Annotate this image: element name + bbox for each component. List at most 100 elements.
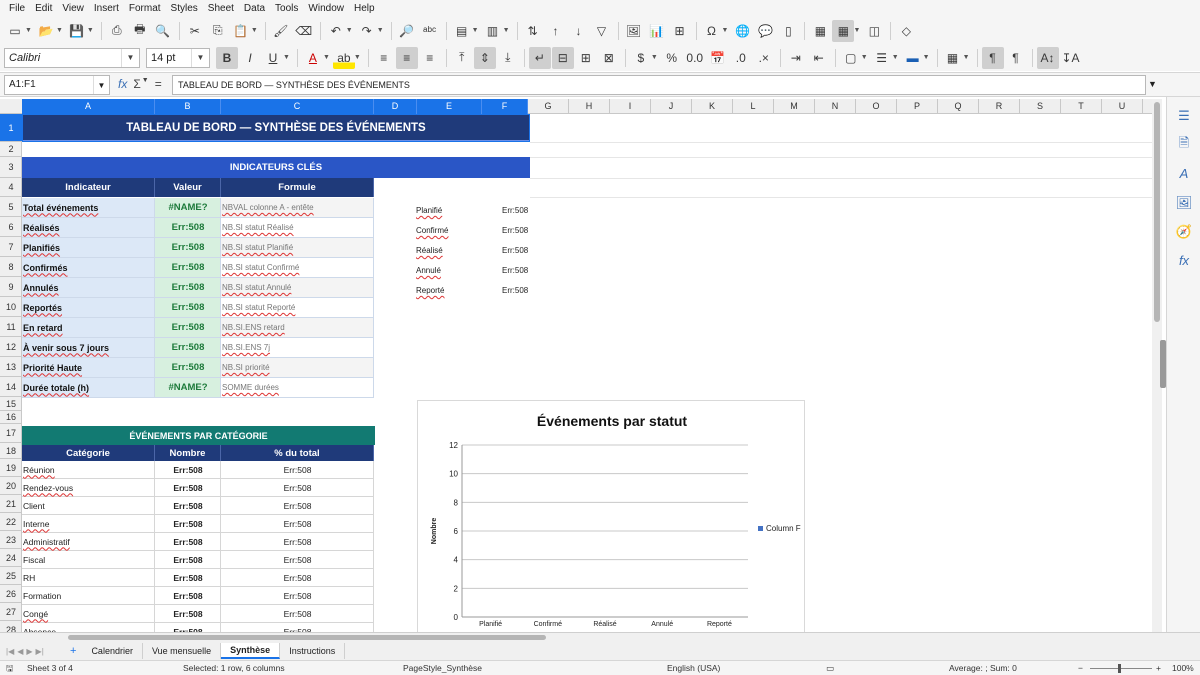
category-name-cell[interactable]: Client — [22, 497, 155, 515]
hyperlink-icon[interactable]: 🌐 — [731, 20, 753, 42]
undo-dropdown-icon[interactable]: ▼ — [346, 27, 353, 34]
category-name-cell[interactable]: RH — [22, 569, 155, 587]
row-header-19[interactable]: 19 — [0, 459, 22, 477]
column-header-r[interactable]: R — [979, 99, 1020, 114]
category-name-cell[interactable]: Rendez-vous — [22, 479, 155, 497]
kpi-label-cell[interactable]: Confirmés — [22, 258, 155, 278]
kpi-value-cell[interactable]: Err:508 — [155, 298, 221, 318]
percent-format-icon[interactable]: % — [661, 47, 683, 69]
page-style[interactable]: PageStyle_Synthèse — [403, 663, 482, 673]
kpi-label-cell[interactable]: Reportés — [22, 298, 155, 318]
kpi-formula-cell[interactable]: NB.SI priorité — [221, 358, 374, 378]
kpi-value-cell[interactable]: #NAME? — [155, 198, 221, 218]
styles-icon[interactable]: A — [1167, 159, 1200, 188]
gallery-icon[interactable]: 🖼 — [1167, 188, 1200, 217]
increase-indent-icon[interactable]: ⇥ — [785, 47, 807, 69]
row-header-15[interactable]: 15 — [0, 397, 22, 411]
kpi-label-cell[interactable]: Durée totale (h) — [22, 378, 155, 398]
sort-icon[interactable]: ⇅ — [522, 20, 544, 42]
category-count-cell[interactable]: Err:508 — [155, 623, 221, 632]
category-count-cell[interactable]: Err:508 — [155, 533, 221, 551]
row-header-27[interactable]: 27 — [0, 603, 22, 621]
category-name-cell[interactable]: Formation — [22, 587, 155, 605]
menu-file[interactable]: File — [4, 3, 30, 14]
open-folder-icon[interactable]: 📂 — [35, 20, 57, 42]
column-header-b[interactable]: B — [155, 99, 221, 114]
clear-formatting-icon[interactable]: ⌫ — [293, 20, 315, 42]
category-count-cell[interactable]: Err:508 — [155, 497, 221, 515]
row-icon[interactable]: ▤ — [451, 20, 473, 42]
kpi-value-cell[interactable]: Err:508 — [155, 278, 221, 298]
italic-icon[interactable]: I — [239, 47, 261, 69]
border-style-dropdown-icon[interactable]: ▼ — [892, 54, 899, 61]
chevron-down-icon[interactable]: ▼ — [121, 48, 139, 67]
kpi-section-header[interactable]: INDICATEURS CLÉS — [22, 157, 530, 178]
sort-descending-icon[interactable]: ↓ — [568, 20, 590, 42]
insert-chart-icon[interactable]: 📊 — [646, 20, 668, 42]
prev-sheet-icon[interactable]: ◀ — [17, 647, 23, 656]
decrease-indent-icon[interactable]: ⇤ — [808, 47, 830, 69]
column-header-e[interactable]: E — [417, 99, 482, 114]
row-header-28[interactable]: 28 — [0, 621, 22, 633]
function-wizard-icon[interactable]: fx — [118, 77, 127, 91]
new-dropdown-icon[interactable]: ▼ — [25, 27, 32, 34]
row-header-24[interactable]: 24 — [0, 549, 22, 567]
kpi-value-cell[interactable]: #NAME? — [155, 378, 221, 398]
menu-format[interactable]: Format — [124, 3, 166, 14]
kpi-label-cell[interactable]: Annulés — [22, 278, 155, 298]
document-modified-icon[interactable]: 🖫 — [6, 663, 13, 675]
ltr-icon[interactable]: ¶ — [981, 46, 1004, 69]
first-sheet-icon[interactable]: |◀ — [6, 647, 14, 656]
align-center-icon[interactable]: ≡ — [395, 46, 418, 69]
special-character-icon[interactable]: Ω — [701, 20, 723, 42]
row-header-9[interactable]: 9 — [0, 277, 22, 297]
language-status[interactable]: English (USA) — [667, 663, 720, 673]
clone-formatting-icon[interactable]: 🖌 — [270, 20, 292, 42]
zoom-slider[interactable] — [1090, 668, 1152, 669]
borders-dropdown-icon[interactable]: ▼ — [861, 54, 868, 61]
row-header-16[interactable]: 16 — [0, 411, 22, 424]
merge-center-icon[interactable]: ⊟ — [551, 46, 574, 69]
sheet-tab-calendrier[interactable]: Calendrier — [82, 643, 143, 659]
number-format-icon[interactable]: 0.0 — [684, 47, 706, 69]
paste-dropdown-icon[interactable]: ▼ — [251, 27, 258, 34]
zoom-level[interactable]: 100% — [1172, 663, 1194, 673]
category-section-header[interactable]: ÉVÉNEMENTS PAR CATÉGORIE — [22, 426, 375, 445]
row-header-8[interactable]: 8 — [0, 257, 22, 277]
kpi-column-header[interactable]: Indicateur — [22, 178, 155, 197]
text-horizontal-icon[interactable]: A↕ — [1036, 46, 1059, 69]
autofilter-icon[interactable]: ▽ — [591, 20, 613, 42]
functions-icon[interactable]: fx — [1167, 246, 1200, 275]
headers-footers-icon[interactable]: ▯ — [777, 20, 799, 42]
kpi-value-cell[interactable]: Err:508 — [155, 338, 221, 358]
category-count-cell[interactable]: Err:508 — [155, 515, 221, 533]
save-dropdown-icon[interactable]: ▼ — [87, 27, 94, 34]
column-dropdown-icon[interactable]: ▼ — [503, 27, 510, 34]
row-header-2[interactable]: 2 — [0, 142, 22, 157]
column-header-p[interactable]: P — [897, 99, 938, 114]
kpi-column-header[interactable]: Valeur — [155, 178, 221, 197]
status-count-cell[interactable]: Err:508 — [502, 246, 528, 255]
column-header-u[interactable]: U — [1102, 99, 1143, 114]
text-vertical-icon[interactable]: ↧A — [1060, 47, 1082, 69]
status-label-cell[interactable]: Confirmé — [416, 226, 448, 235]
merge-cells-icon[interactable]: ⊞ — [575, 47, 597, 69]
row-header-6[interactable]: 6 — [0, 217, 22, 237]
column-header-c[interactable]: C — [221, 99, 374, 114]
category-column-header[interactable]: Nombre — [155, 445, 221, 461]
row-header-25[interactable]: 25 — [0, 567, 22, 585]
column-header-l[interactable]: L — [733, 99, 774, 114]
spelling-icon[interactable]: ᵃᵇᶜ — [419, 20, 441, 42]
kpi-value-cell[interactable]: Err:508 — [155, 258, 221, 278]
underline-icon[interactable]: U — [262, 47, 284, 69]
category-name-cell[interactable]: Réunion — [22, 461, 155, 479]
next-sheet-icon[interactable]: ▶ — [26, 647, 32, 656]
menu-data[interactable]: Data — [239, 3, 270, 14]
row-header-11[interactable]: 11 — [0, 317, 22, 337]
redo-dropdown-icon[interactable]: ▼ — [377, 27, 384, 34]
align-right-icon[interactable]: ≡ — [419, 47, 441, 69]
sum-icon[interactable]: Σ — [133, 77, 140, 91]
kpi-formula-cell[interactable]: SOMME durées — [221, 378, 374, 398]
pivot-table-icon[interactable]: ⊞ — [669, 20, 691, 42]
redo-icon[interactable]: ↷ — [356, 20, 378, 42]
